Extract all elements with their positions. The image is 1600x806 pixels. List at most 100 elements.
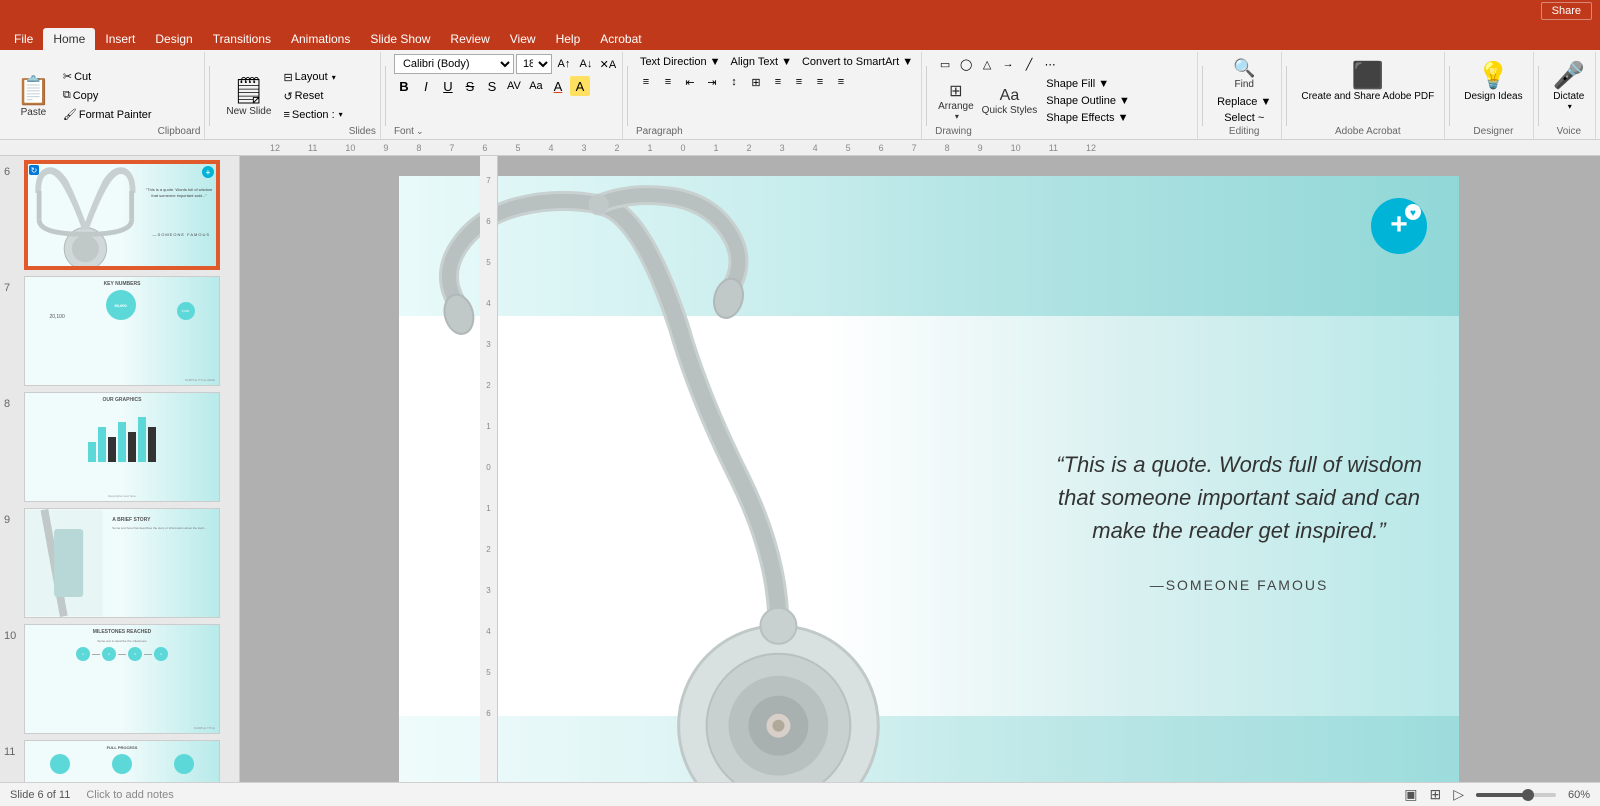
slide-thumb-7[interactable]: 7 KEY NUMBERS 20,100 50,000: [4, 276, 235, 386]
smartart-button[interactable]: Convert to SmartArt ▼: [798, 54, 917, 70]
design-ideas-button[interactable]: 💡 Design Ideas: [1460, 56, 1526, 106]
tab-review[interactable]: Review: [440, 28, 499, 50]
columns-button[interactable]: ⊞: [746, 72, 766, 92]
char-spacing-button[interactable]: AV: [504, 76, 524, 96]
new-slide-button[interactable]: 🗒 New Slide: [218, 52, 279, 139]
tab-home[interactable]: Home: [43, 28, 95, 50]
slide-thumb-10[interactable]: 10 MILESTONES REACHED Some text to descr…: [4, 624, 235, 734]
slide-preview-11[interactable]: FULL PROCESS: [24, 740, 220, 782]
italic-button[interactable]: I: [416, 76, 436, 96]
zoom-slider[interactable]: [1476, 793, 1556, 797]
shape-effects-button[interactable]: Shape Effects ▼: [1042, 110, 1134, 126]
create-share-pdf-button[interactable]: ⬛ Create and Share Adobe PDF: [1297, 56, 1438, 106]
tab-transitions[interactable]: Transitions: [203, 28, 281, 50]
thumb-selected-badge: ↻: [29, 165, 39, 175]
zoom-level: 60%: [1568, 789, 1590, 801]
shape-fill-button[interactable]: Shape Fill ▼: [1042, 76, 1134, 92]
main-layout: 6: [0, 156, 1600, 782]
select-button[interactable]: Select ~: [1220, 110, 1268, 126]
text-shadow-button[interactable]: S: [482, 76, 502, 96]
clear-formatting-button[interactable]: ✕A: [598, 54, 618, 74]
align-right-button[interactable]: ≡: [810, 72, 830, 92]
thumb-author: —SOMEONE FAMOUS: [153, 232, 210, 237]
share-button[interactable]: Share: [1541, 2, 1592, 20]
view-normal-button[interactable]: ▣: [1404, 786, 1417, 803]
change-case-button[interactable]: Aa: [526, 76, 546, 96]
shape-arrow-button[interactable]: →: [998, 54, 1018, 74]
font-expand-icon[interactable]: ⌄: [416, 126, 424, 137]
shape-more-button[interactable]: ⋯: [1040, 54, 1060, 74]
tab-insert[interactable]: Insert: [95, 28, 145, 50]
find-button[interactable]: 🔍 Find: [1230, 56, 1258, 92]
new-slide-icon: 🗒: [232, 75, 265, 106]
paste-button[interactable]: 📋 Paste: [8, 52, 59, 139]
copy-button[interactable]: ⧉ Copy: [59, 87, 156, 104]
sep2: [385, 66, 386, 126]
copy-icon: ⧉: [63, 89, 71, 102]
decrease-indent-button[interactable]: ⇤: [680, 72, 700, 92]
quick-styles-button[interactable]: Aa Quick Styles: [979, 85, 1041, 118]
tab-file[interactable]: File: [4, 28, 43, 50]
strikethrough-button[interactable]: S: [460, 76, 480, 96]
thumb-7-title: KEY NUMBERS: [29, 281, 215, 287]
section-button[interactable]: ≡ Section : ▾: [279, 107, 346, 123]
shape-line-button[interactable]: ╱: [1019, 54, 1039, 74]
thumb-8-title: OUR GRAPHICS: [29, 397, 215, 403]
slide-preview-9[interactable]: A BRIEF STORY Some text here that descri…: [24, 508, 220, 618]
shape-rect-button[interactable]: ▭: [935, 54, 955, 74]
tab-slide-show[interactable]: Slide Show: [360, 28, 440, 50]
increase-indent-button[interactable]: ⇥: [702, 72, 722, 92]
view-slide-sorter-button[interactable]: ⊞: [1429, 786, 1441, 803]
underline-button[interactable]: U: [438, 76, 458, 96]
align-text-button[interactable]: Align Text ▼: [727, 54, 796, 70]
zoom-slider-thumb[interactable]: [1522, 789, 1534, 801]
line-spacing-button[interactable]: ↕: [724, 72, 744, 92]
numbered-list-button[interactable]: ≡: [658, 72, 678, 92]
slide-thumb-9[interactable]: 9 A BRIEF STORY Som: [4, 508, 235, 618]
increase-font-size-button[interactable]: A↑: [554, 54, 574, 74]
slide-thumb-11[interactable]: 11 FULL PROCESS: [4, 740, 235, 782]
tab-help[interactable]: Help: [546, 28, 591, 50]
arrange-button[interactable]: ⊞ Arrange ▾: [935, 79, 977, 123]
slide-thumb-8[interactable]: 8 OUR GRAPHICS Description text here: [4, 392, 235, 502]
format-painter-button[interactable]: 🖌 Format Painter: [59, 106, 156, 123]
bold-button[interactable]: B: [394, 76, 414, 96]
dictate-button[interactable]: 🎤 Dictate ▾: [1549, 56, 1589, 115]
tab-animations[interactable]: Animations: [281, 28, 360, 50]
ribbon-tabs: File Home Insert Design Transitions Anim…: [0, 22, 1600, 50]
highlight-color-button[interactable]: A: [570, 76, 590, 96]
shape-oval-button[interactable]: ◯: [956, 54, 976, 74]
slide-thumb-6[interactable]: 6: [4, 160, 235, 270]
decrease-font-size-button[interactable]: A↓: [576, 54, 596, 74]
voice-group: 🎤 Dictate ▾ Voice: [1543, 52, 1596, 139]
font-family-select[interactable]: Calibri (Body): [394, 54, 514, 74]
thumb-stethoscope-svg: [26, 162, 218, 268]
slide-preview-7[interactable]: KEY NUMBERS 20,100 50,000 5,000: [24, 276, 220, 386]
text-direction-button[interactable]: Text Direction ▼: [636, 54, 725, 70]
align-left-button[interactable]: ≡: [768, 72, 788, 92]
slides-group: 🗒 New Slide ⊟ Layout ▾ ↺ Reset ≡ Section…: [214, 52, 381, 139]
tab-view[interactable]: View: [500, 28, 546, 50]
drawing-group: ▭ ◯ △ → ╱ ⋯ ⊞ Arrange ▾ Aa Quick Styles …: [931, 52, 1198, 139]
slide-preview-6[interactable]: "This is a quote. Words full of wisdom t…: [24, 160, 220, 270]
layout-button[interactable]: ⊟ Layout ▾: [279, 69, 346, 86]
reset-button[interactable]: ↺ Reset: [279, 88, 346, 105]
designer-group: 💡 Design Ideas Designer: [1454, 52, 1533, 139]
view-reading-button[interactable]: ▷: [1453, 786, 1464, 803]
paste-icon: 📋: [16, 74, 51, 107]
slide-preview-10[interactable]: MILESTONES REACHED Some text to describe…: [24, 624, 220, 734]
tab-design[interactable]: Design: [145, 28, 202, 50]
bullets-button[interactable]: ≡: [636, 72, 656, 92]
slide-preview-8[interactable]: OUR GRAPHICS Description text here: [24, 392, 220, 502]
thumb-logo: +: [202, 166, 214, 178]
justify-button[interactable]: ≡: [831, 72, 851, 92]
cut-button[interactable]: ✂ Cut: [59, 68, 156, 85]
font-color-button[interactable]: A: [548, 76, 568, 96]
shape-triangle-button[interactable]: △: [977, 54, 997, 74]
align-center-button[interactable]: ≡: [789, 72, 809, 92]
font-size-select[interactable]: 18: [516, 54, 552, 74]
editing-label: Editing: [1229, 126, 1260, 137]
replace-button[interactable]: Replace ▼: [1213, 94, 1275, 110]
tab-acrobat[interactable]: Acrobat: [590, 28, 651, 50]
shape-outline-button[interactable]: Shape Outline ▼: [1042, 93, 1134, 109]
